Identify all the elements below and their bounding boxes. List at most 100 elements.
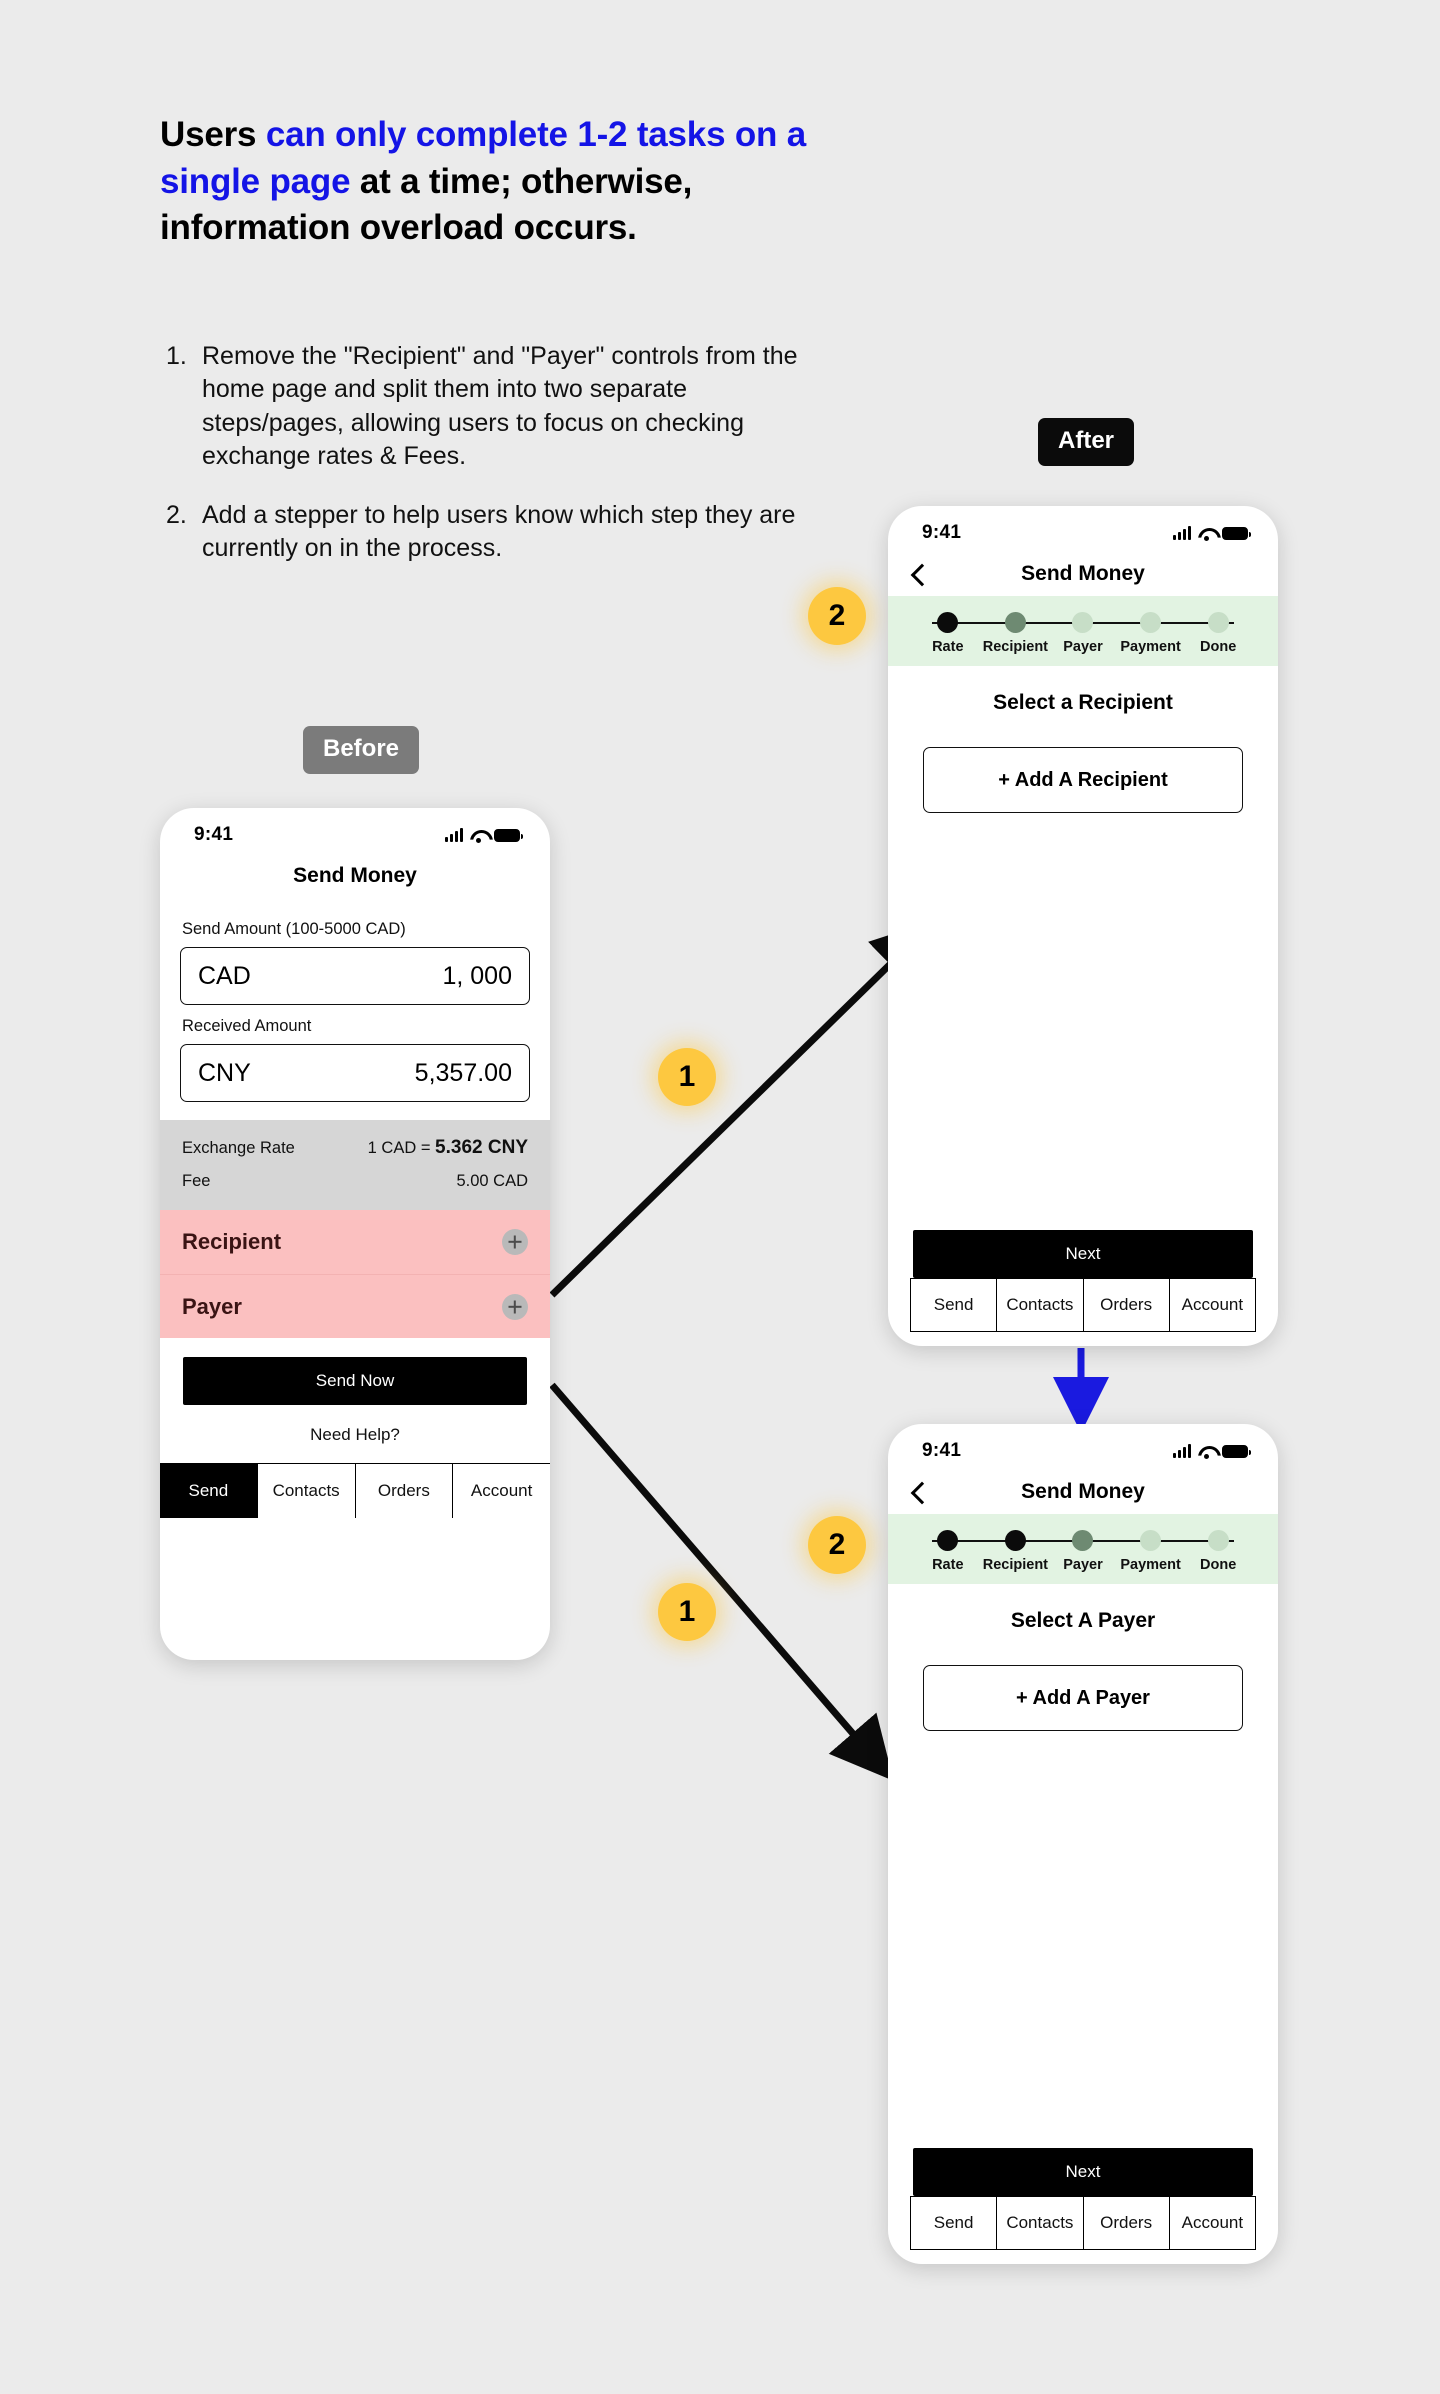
battery-icon: [1222, 1445, 1251, 1458]
stepper-step-rate[interactable]: Rate: [914, 612, 982, 655]
tab-send[interactable]: Send: [160, 1464, 258, 1518]
tab-send[interactable]: Send: [911, 2197, 998, 2249]
received-amount-field[interactable]: CNY 5,357.00: [180, 1044, 530, 1102]
battery-icon: [494, 829, 523, 842]
stepper-step-payer[interactable]: Payer: [1049, 612, 1117, 655]
stepper-dot: [1004, 612, 1026, 633]
tab-orders[interactable]: Orders: [1084, 2197, 1170, 2249]
app-header: Send Money: [160, 854, 550, 898]
before-label-pill: Before: [303, 726, 420, 774]
stepper-label: Rate: [932, 639, 964, 655]
list-item-label: Remove the "Recipient" and "Payer" contr…: [202, 342, 798, 470]
exchange-rate-row: Exchange Rate 1 CAD = 5.362 CNY: [182, 1137, 528, 1159]
annotation-badge-1-recipient: 1: [658, 1048, 716, 1106]
tab-send[interactable]: Send: [911, 1279, 998, 1331]
stepper-dot: [1140, 612, 1162, 633]
app-header: Send Money: [888, 1470, 1278, 1514]
stepper-step-payer[interactable]: Payer: [1049, 1530, 1117, 1573]
tab-orders[interactable]: Orders: [356, 1464, 454, 1518]
tab-contacts[interactable]: Contacts: [997, 1279, 1084, 1331]
tab-contacts[interactable]: Contacts: [258, 1464, 356, 1518]
app-header: Send Money: [888, 552, 1278, 596]
stepper-label: Payment: [1120, 1557, 1181, 1573]
list-item-label: Add a stepper to help users know which s…: [202, 501, 796, 563]
received-amount-label: Received Amount: [182, 1017, 312, 1035]
signal-icon: [445, 828, 463, 842]
annotation-badge-1-payer: 1: [658, 1583, 716, 1641]
plus-circle-icon[interactable]: [502, 1229, 528, 1255]
app-header-title: Send Money: [1021, 562, 1145, 585]
status-bar: 9:41: [888, 506, 1278, 552]
stepper-step-rate[interactable]: Rate: [914, 1530, 982, 1573]
fee-label: Fee: [182, 1172, 211, 1190]
list-item-number: 1.: [166, 342, 187, 370]
status-time: 9:41: [194, 824, 234, 845]
stepper-step-done[interactable]: Done: [1184, 612, 1252, 655]
app-header-title: Send Money: [1021, 1480, 1145, 1503]
app-header-title: Send Money: [293, 864, 417, 887]
tab-contacts[interactable]: Contacts: [997, 2197, 1084, 2249]
payer-row-label: Payer: [182, 1293, 242, 1319]
payer-row[interactable]: Payer: [160, 1274, 550, 1338]
annotation-badge-2-stepper-bottom: 2: [808, 1516, 866, 1574]
stepper-step-recipient[interactable]: Recipient: [982, 612, 1050, 655]
tab-account[interactable]: Account: [1170, 1279, 1255, 1331]
bottom-tab-bar: Send Contacts Orders Account: [910, 1278, 1256, 1332]
bottom-tab-bar: Send Contacts Orders Account: [160, 1463, 550, 1518]
wifi-icon: [1198, 1445, 1215, 1459]
after-phone-recipient-mockup: 9:41 Send Money Rate Recipient Payer Pay…: [888, 506, 1278, 1346]
headline-lead: Users: [160, 115, 266, 154]
status-time: 9:41: [922, 522, 962, 543]
recipient-row-label: Recipient: [182, 1229, 282, 1254]
stepper-dot: [1004, 1530, 1026, 1551]
exchange-rate-value: 1 CAD = 5.362 CNY: [367, 1137, 528, 1158]
before-form: Send Amount (100-5000 CAD) CAD 1, 000 Re…: [160, 898, 550, 1102]
section-title: Select A Payer: [1010, 1609, 1156, 1632]
next-button[interactable]: Next: [913, 2148, 1253, 2196]
bottom-tab-bar: Send Contacts Orders Account: [910, 2196, 1256, 2250]
arrow-payer-flow: [549, 1382, 894, 1781]
stepper-dot: [1140, 1530, 1162, 1551]
list-item: 2. Add a stepper to help users know whic…: [166, 499, 806, 566]
recipient-row[interactable]: Recipient: [160, 1210, 550, 1274]
wifi-icon: [470, 829, 487, 843]
plus-circle-icon[interactable]: [502, 1293, 528, 1320]
tab-orders[interactable]: Orders: [1084, 1279, 1170, 1331]
fee-value: 5.00 CAD: [456, 1172, 528, 1190]
stepper-step-recipient[interactable]: Recipient: [982, 1530, 1050, 1573]
annotation-badge-2-stepper-top: 2: [808, 587, 866, 645]
stepper-dot: [1072, 612, 1094, 633]
send-now-button[interactable]: Send Now: [183, 1357, 527, 1405]
next-button[interactable]: Next: [913, 1230, 1253, 1278]
send-currency-value: CAD: [198, 961, 251, 990]
send-amount-value: 1, 000: [442, 961, 512, 990]
stepper-step-payment[interactable]: Payment: [1117, 1530, 1185, 1573]
stepper-dot: [937, 1530, 959, 1551]
stepper-label: Recipient: [982, 1557, 1049, 1573]
poster-canvas: Users can only complete 1-2 tasks on a s…: [0, 0, 1440, 2394]
add-recipient-button[interactable]: + Add A Recipient: [923, 747, 1243, 813]
back-chevron-icon[interactable]: [910, 566, 926, 582]
send-amount-label: Send Amount (100-5000 CAD): [182, 920, 406, 938]
battery-icon: [1222, 527, 1251, 540]
stepper-dot: [1072, 1530, 1094, 1551]
add-payer-button[interactable]: + Add A Payer: [923, 1665, 1243, 1731]
fee-row: Fee 5.00 CAD: [182, 1172, 528, 1191]
tab-account[interactable]: Account: [453, 1464, 550, 1518]
send-amount-field[interactable]: CAD 1, 000: [180, 947, 530, 1005]
stepper-label: Rate: [932, 1557, 964, 1573]
status-bar: 9:41: [160, 808, 550, 854]
wifi-icon: [1198, 527, 1215, 541]
tab-account[interactable]: Account: [1170, 2197, 1255, 2249]
stepper-step-payment[interactable]: Payment: [1117, 612, 1185, 655]
need-help-link[interactable]: Need Help?: [160, 1405, 550, 1463]
received-amount-value: 5,357.00: [414, 1058, 512, 1087]
stepper-label: Done: [1200, 639, 1237, 655]
list-item: 1. Remove the "Recipient" and "Payer" co…: [166, 340, 806, 473]
stepper-step-done[interactable]: Done: [1184, 1530, 1252, 1573]
section-title: Select a Recipient: [993, 691, 1173, 714]
after-label-pill: After: [1038, 418, 1135, 466]
stepper-label: Done: [1200, 1557, 1237, 1573]
status-bar: 9:41: [888, 1424, 1278, 1470]
back-chevron-icon[interactable]: [910, 1484, 926, 1500]
